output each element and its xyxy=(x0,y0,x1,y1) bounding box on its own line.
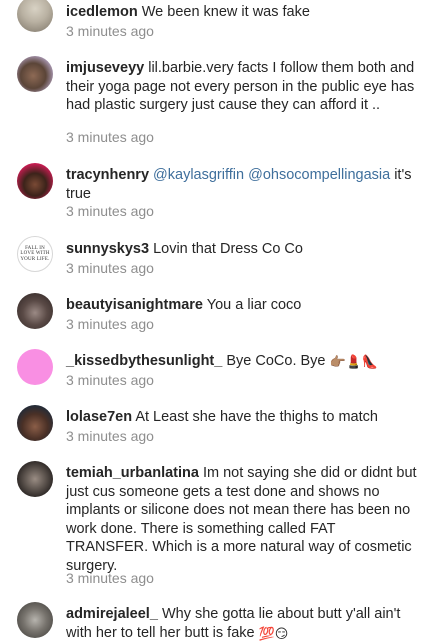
comment-timestamp: 3 minutes ago xyxy=(66,316,154,332)
profile-photo-icon xyxy=(17,461,53,497)
avatar[interactable] xyxy=(17,349,53,385)
avatar[interactable] xyxy=(17,405,53,441)
comment-username[interactable]: imjuseveyy xyxy=(66,60,144,76)
comment-timestamp: 3 minutes ago xyxy=(66,372,154,388)
comment-timestamp: 3 minutes ago xyxy=(66,260,154,276)
profile-photo-icon xyxy=(17,293,53,329)
emoji-pointing-lipstick-heels: 👉🏽💄👠 xyxy=(329,354,379,369)
avatar[interactable] xyxy=(17,293,53,329)
profile-photo-icon xyxy=(17,405,53,441)
comment-timestamp: 3 minutes ago xyxy=(66,23,154,39)
profile-photo-icon xyxy=(17,56,53,92)
profile-photo-icon xyxy=(17,0,53,32)
comment-text: At Least she have the thighs to match xyxy=(135,409,378,425)
comment-username[interactable]: temiah_urbanlatina xyxy=(66,465,199,481)
comment-timestamp: 3 minutes ago xyxy=(66,203,154,219)
comment-username[interactable]: _kissedbythesunlight_ xyxy=(66,353,222,369)
comment-username[interactable]: lolase7en xyxy=(66,409,132,425)
avatar[interactable] xyxy=(17,602,53,638)
comment-text: You a liar coco xyxy=(206,297,302,313)
mention-link[interactable]: @ohsocompellingasia xyxy=(248,167,390,183)
avatar[interactable] xyxy=(17,163,53,199)
avatar[interactable] xyxy=(17,461,53,497)
comment-timestamp: 3 minutes ago xyxy=(66,129,154,145)
comment-timestamp: 3 minutes ago xyxy=(66,570,154,586)
comment-username[interactable]: admirejaleel_ xyxy=(66,606,158,622)
comment-text: We been knew it was fake xyxy=(141,4,310,20)
comment-username[interactable]: beautyisanightmare xyxy=(66,297,203,313)
avatar[interactable] xyxy=(17,56,53,92)
comment-timestamp: 3 minutes ago xyxy=(66,428,154,444)
emoji-hundred-smirk: 💯😏 xyxy=(258,625,289,641)
text-logo-icon: FALL IN LOVE WITH YOUR LIFE. xyxy=(20,245,50,262)
comment-username[interactable]: icedlemon xyxy=(66,4,138,20)
avatar[interactable]: FALL IN LOVE WITH YOUR LIFE. xyxy=(17,236,53,272)
comment-text: Im not saying she did or didnt but just … xyxy=(66,465,417,574)
mention-link[interactable]: @kaylasgriffin xyxy=(153,167,244,183)
profile-photo-icon xyxy=(17,163,53,199)
comment-text: Bye CoCo. Bye xyxy=(226,353,326,369)
comment-text: Lovin that Dress Co Co xyxy=(153,241,303,257)
comment-username[interactable]: sunnyskys3 xyxy=(66,241,149,257)
profile-photo-icon xyxy=(17,602,53,638)
pink-circle-icon xyxy=(17,349,53,385)
comment-username[interactable]: tracynhenry xyxy=(66,167,149,183)
avatar[interactable] xyxy=(17,0,53,32)
